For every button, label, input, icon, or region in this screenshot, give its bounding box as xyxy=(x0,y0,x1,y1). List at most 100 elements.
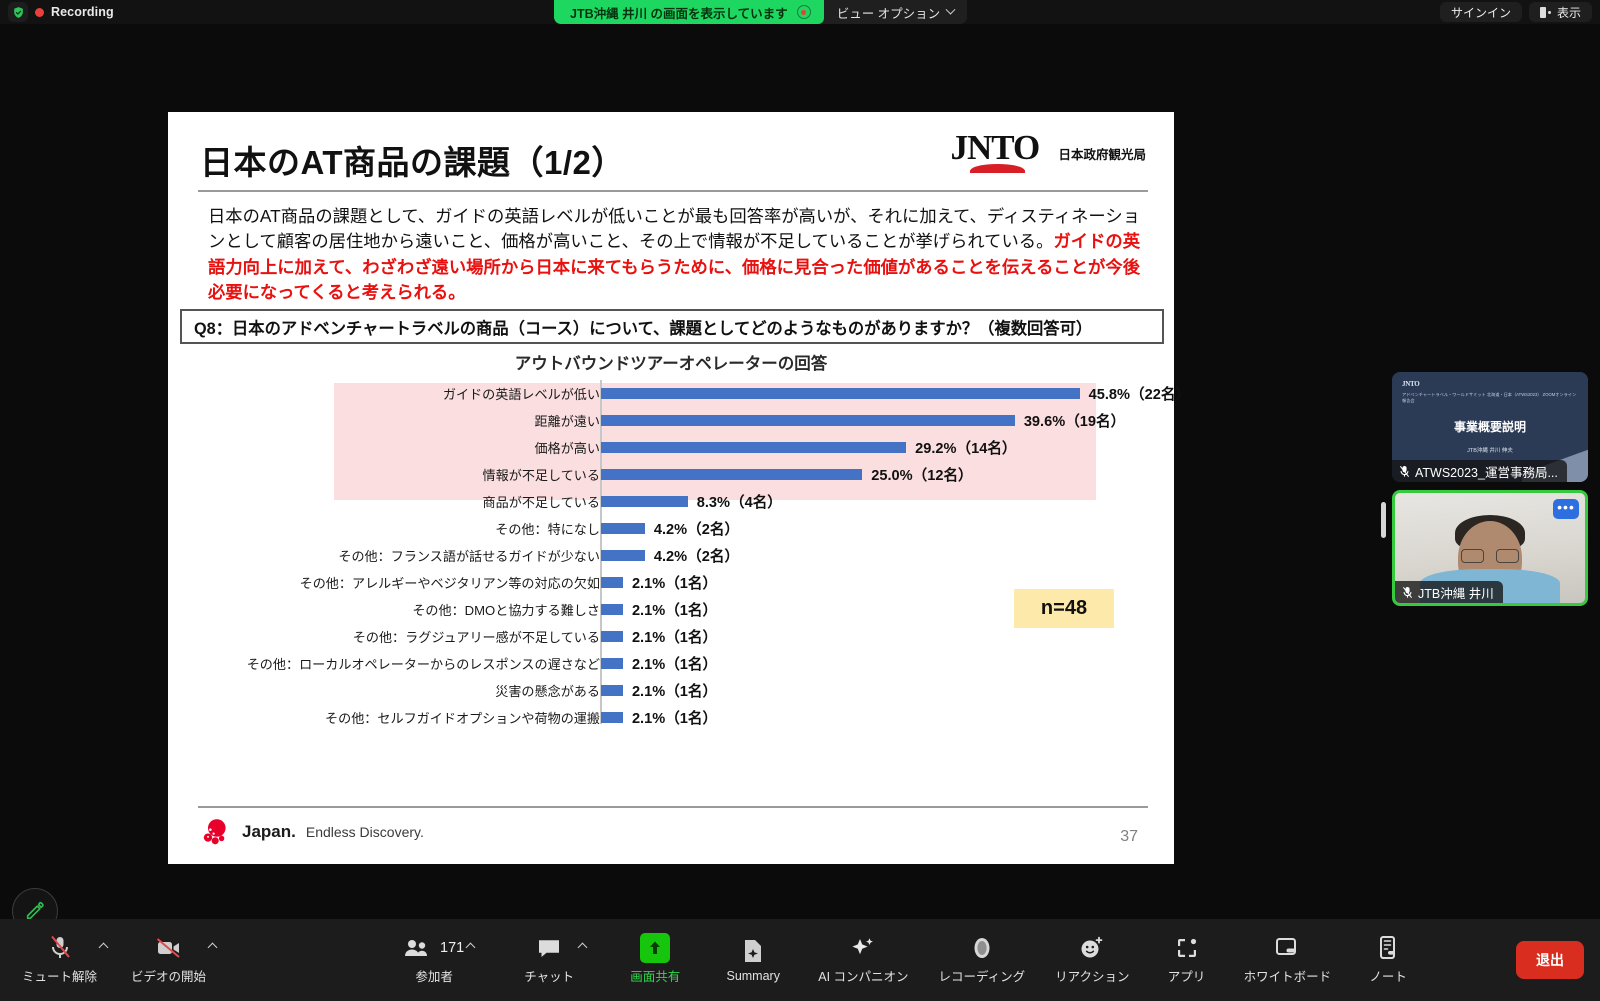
participants-chevron-icon[interactable] xyxy=(465,942,476,953)
chat-chevron-icon[interactable] xyxy=(577,942,588,953)
tile-more-options-button[interactable]: ••• xyxy=(1553,499,1579,519)
chart-row: 商品が不足している 8.3%（4名） xyxy=(168,488,1174,515)
tile-strip-scrollbar[interactable] xyxy=(1381,502,1386,538)
chart-bar xyxy=(601,415,1015,426)
chart-bar xyxy=(601,496,688,507)
display-button[interactable]: 表示 xyxy=(1528,2,1592,22)
start-video-button[interactable]: ビデオの開始 xyxy=(131,935,206,985)
share-screen-label: 画面共有 xyxy=(630,970,681,984)
display-icon xyxy=(1539,6,1551,18)
chart-bar-area: 29.2%（14名） xyxy=(601,434,1017,461)
chart-row-label: その他：DMOと協力する難しさ xyxy=(412,603,600,618)
recording-label-toolbar: レコーディング xyxy=(938,970,1026,984)
notes-button[interactable]: ノート xyxy=(1361,935,1415,985)
microphone-muted-icon xyxy=(48,935,72,961)
jnto-logo: JNTO 日本政府観光局 xyxy=(950,130,1146,173)
share-screen-button[interactable]: 画面共有 xyxy=(628,933,682,985)
chart-bar-value: 2.1%（1名） xyxy=(631,684,718,700)
chat-label: チャット xyxy=(524,970,575,984)
chart-bar-area: 39.6%（19名） xyxy=(601,407,1125,434)
participants-count: 171 xyxy=(440,940,465,956)
chat-control-group: チャット xyxy=(522,935,588,985)
summary-button[interactable]: Summary xyxy=(726,938,780,983)
share-screen-icon xyxy=(640,933,671,963)
chart-bar xyxy=(601,550,645,561)
mute-control-group: ミュート解除 xyxy=(22,935,109,985)
meeting-toolbar: ミュート解除 ビデオの開始 171 参加者 チャット 画面共有 Summary … xyxy=(0,919,1600,1001)
unmute-button[interactable]: ミュート解除 xyxy=(22,935,97,985)
display-label: 表示 xyxy=(1556,5,1581,20)
recording-indicator: Recording xyxy=(8,2,114,22)
stop-share-icon[interactable] xyxy=(796,5,811,19)
audio-options-chevron-icon[interactable] xyxy=(98,942,109,953)
ai-companion-button[interactable]: AI コンパニオン xyxy=(818,935,909,985)
chart-bar-area: 4.2%（2名） xyxy=(601,515,739,542)
chart-bar-value: 2.1%（1名） xyxy=(631,711,718,727)
summary-label: Summary xyxy=(726,968,780,983)
chart-bar-area: 45.8%（22名） xyxy=(601,380,1190,407)
apps-button[interactable]: アプリ xyxy=(1160,935,1214,985)
lead-paragraph: 日本のAT商品の課題として、ガイドの英語レベルが低いことが最も回答率が高いが、そ… xyxy=(208,204,1140,306)
tile-name-label: JTB沖縄 井川 xyxy=(1418,586,1494,601)
jnto-mark: JNTO xyxy=(950,130,1045,173)
tile-slide-subtitle: アドベンチャートラベル・ワールドサミット 北海道・日本（ATWS2023） ZO… xyxy=(1402,392,1577,404)
slide-title: 日本のAT商品の課題（1/2） xyxy=(200,144,625,181)
video-options-chevron-icon[interactable] xyxy=(207,942,218,953)
participants-label: 参加者 xyxy=(415,970,453,984)
chart-row: 価格が高い 29.2%（14名） xyxy=(168,434,1174,461)
chart-bar xyxy=(601,685,623,696)
participants-button[interactable]: 171 参加者 xyxy=(404,935,464,985)
chart-bar-value: 2.1%（1名） xyxy=(631,630,718,646)
chart-title: アウトバウンドツアーオペレーターの回答 xyxy=(514,355,828,373)
footer-tagline: Endless Discovery. xyxy=(305,824,424,840)
title-divider xyxy=(198,190,1148,192)
chart-bar xyxy=(601,712,623,723)
chart-row-label: その他：アレルギーやベジタリアン等の対応の欠如 xyxy=(299,576,600,591)
video-tile-shared-slide[interactable]: JNTO アドベンチャートラベル・ワールドサミット 北海道・日本（ATWS202… xyxy=(1392,372,1588,482)
chart-bar xyxy=(601,577,623,588)
view-options-button[interactable]: ビュー オプション xyxy=(824,0,967,24)
reactions-icon xyxy=(1079,935,1105,961)
tile-name-badge: JTB沖縄 井川 xyxy=(1395,581,1503,603)
notes-icon xyxy=(1377,935,1399,961)
chart-bar-area: 2.1%（1名） xyxy=(601,596,717,623)
chat-button[interactable]: チャット xyxy=(522,935,576,985)
sample-size-badge: n=48 xyxy=(1014,589,1114,628)
leave-button[interactable]: 退出 xyxy=(1516,941,1584,979)
zoom-meeting-window: Recording JTB沖縄 井川 の画面を表示しています ビュー オプション… xyxy=(0,0,1600,1001)
slide-footer: Japan. Endless Discovery. xyxy=(200,816,424,848)
page-number: 37 xyxy=(1120,828,1138,845)
whiteboard-button[interactable]: ホワイトボード xyxy=(1243,935,1332,985)
chart-bar xyxy=(601,631,623,642)
tile-name-label: ATWS2023_運営事務局... xyxy=(1415,465,1558,480)
jnto-subtitle: 日本政府観光局 xyxy=(1058,148,1146,162)
video-tile-active-speaker[interactable]: ••• JTB沖縄 井川 xyxy=(1392,490,1588,606)
chart-row: その他：セルフガイドオプションや荷物の運搬 2.1%（1名） xyxy=(168,704,1174,731)
chart-bar xyxy=(601,469,863,480)
chart-bar-area: 2.1%（1名） xyxy=(601,650,717,677)
chart-row-label: 商品が不足している xyxy=(482,495,600,510)
reactions-button[interactable]: リアクション xyxy=(1055,935,1130,985)
chat-icon xyxy=(537,935,561,961)
chart-row-label: 距離が遠い xyxy=(534,414,600,429)
participants-icon: 171 xyxy=(404,935,464,961)
apps-label: アプリ xyxy=(1167,970,1206,984)
recording-button[interactable]: レコーディング xyxy=(938,935,1026,985)
chart-bar xyxy=(601,604,623,615)
chart-row-label: 災害の懸念がある xyxy=(495,684,600,699)
chart-row: 災害の懸念がある 2.1%（1名） xyxy=(168,677,1174,704)
chart-bar xyxy=(601,442,907,453)
chart-row: ガイドの英語レベルが低い 45.8%（22名） xyxy=(168,380,1190,407)
video-off-icon xyxy=(155,935,183,961)
whiteboard-label: ホワイトボード xyxy=(1243,970,1332,984)
chart-bar-value: 45.8%（22名） xyxy=(1088,387,1191,403)
chart-bar-value: 25.0%（12名） xyxy=(871,468,973,484)
chart-row-label: その他：特になし xyxy=(495,522,600,537)
sign-in-label: サインイン xyxy=(1450,5,1511,20)
chart-bar-area: 2.1%（1名） xyxy=(601,569,717,596)
video-tile-strip: JNTO アドベンチャートラベル・ワールドサミット 北海道・日本（ATWS202… xyxy=(1392,372,1592,614)
chart-bar-value: 8.3%（4名） xyxy=(696,495,782,511)
video-control-group: ビデオの開始 xyxy=(131,935,218,985)
sign-in-button[interactable]: サインイン xyxy=(1439,2,1522,22)
chart-row-label: その他：ローカルオペレーターからのレスポンスの遅さなど xyxy=(246,657,600,672)
